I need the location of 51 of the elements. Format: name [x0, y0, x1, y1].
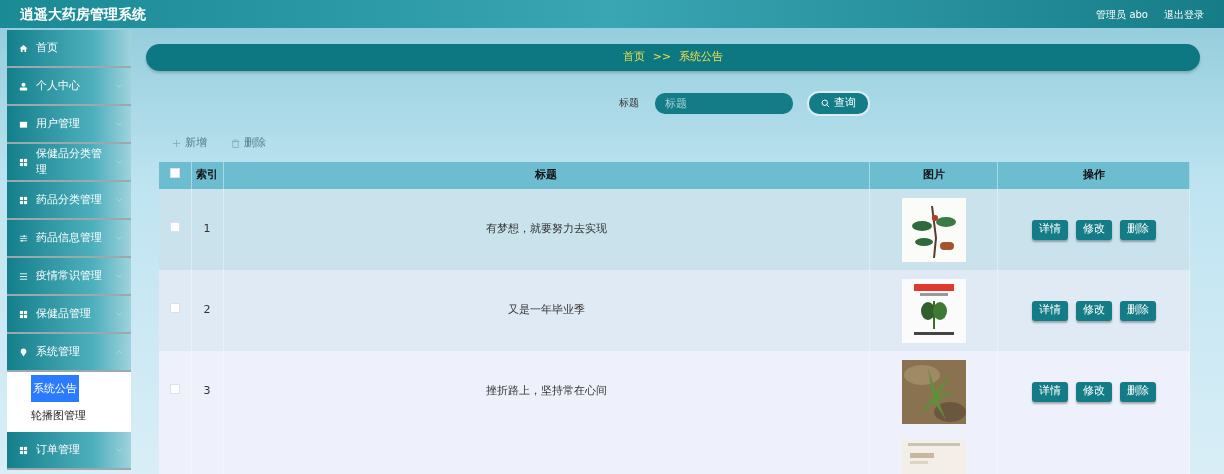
card-icon: [19, 119, 28, 129]
sidebar-item[interactable]: 药品信息管理: [7, 220, 131, 258]
sidebar-item[interactable]: 用户管理: [7, 106, 131, 144]
detail-button[interactable]: 详情: [1031, 300, 1068, 321]
select-all-checkbox[interactable]: [169, 168, 180, 179]
detail-button[interactable]: 详情: [1031, 381, 1068, 402]
search-field[interactable]: 标题: [654, 93, 793, 114]
user-label: 管理员 abo: [1096, 7, 1148, 22]
edit-button[interactable]: 修改: [1075, 219, 1112, 240]
delete-button[interactable]: 删除: [1119, 300, 1156, 321]
user-icon: [19, 81, 28, 91]
sidebar-item[interactable]: 药品分类管理: [7, 182, 131, 220]
grid-icon: [19, 157, 28, 167]
column-header: 操作: [997, 162, 1190, 189]
add-button[interactable]: 新增: [172, 134, 207, 152]
plus-icon: [172, 138, 181, 148]
delete-button[interactable]: 删除: [1119, 219, 1156, 240]
sidebar-item[interactable]: 保健品管理: [7, 296, 131, 334]
grid-icon: [19, 445, 28, 455]
row-checkbox[interactable]: [169, 303, 180, 314]
sidebar-item[interactable]: 保健品分类管理: [7, 144, 131, 182]
grid-icon: [19, 309, 28, 319]
sliders-icon: [19, 233, 28, 243]
sidebar-item[interactable]: 订单管理: [7, 432, 131, 470]
sidebar-item[interactable]: 疫情常识管理: [7, 258, 131, 296]
pin-icon: [19, 347, 28, 357]
sidebar-item[interactable]: 系统管理: [7, 334, 131, 372]
grid-icon: [19, 195, 28, 205]
home-icon: [19, 43, 28, 53]
list-icon: [19, 271, 28, 281]
submenu-item[interactable]: 系统公告: [7, 375, 131, 402]
trash-icon: [231, 138, 240, 148]
column-header: 索引: [191, 162, 223, 189]
app-title: 逍遥大药房管理系统: [20, 4, 146, 24]
delete-button[interactable]: 删除: [231, 134, 266, 152]
logout-link[interactable]: 退出登录: [1164, 6, 1204, 22]
row-checkbox[interactable]: [169, 384, 180, 395]
breadcrumb-bar: 首页 >> 系统公告: [146, 44, 1200, 71]
column-header: 图片: [869, 162, 998, 189]
column-header: 标题: [223, 162, 870, 189]
search-button[interactable]: 查询: [808, 93, 868, 114]
edit-button[interactable]: 修改: [1075, 381, 1112, 402]
edit-button[interactable]: 修改: [1075, 300, 1112, 321]
delete-button[interactable]: 删除: [1119, 381, 1156, 402]
row-checkbox[interactable]: [169, 222, 180, 233]
search-label: 标题: [618, 96, 639, 111]
search-icon: [820, 99, 830, 108]
sidebar-item[interactable]: 首页: [7, 30, 131, 68]
submenu-item[interactable]: 轮播图管理: [7, 402, 131, 429]
detail-button[interactable]: 详情: [1031, 219, 1068, 240]
sidebar-item[interactable]: 个人中心: [7, 68, 131, 106]
